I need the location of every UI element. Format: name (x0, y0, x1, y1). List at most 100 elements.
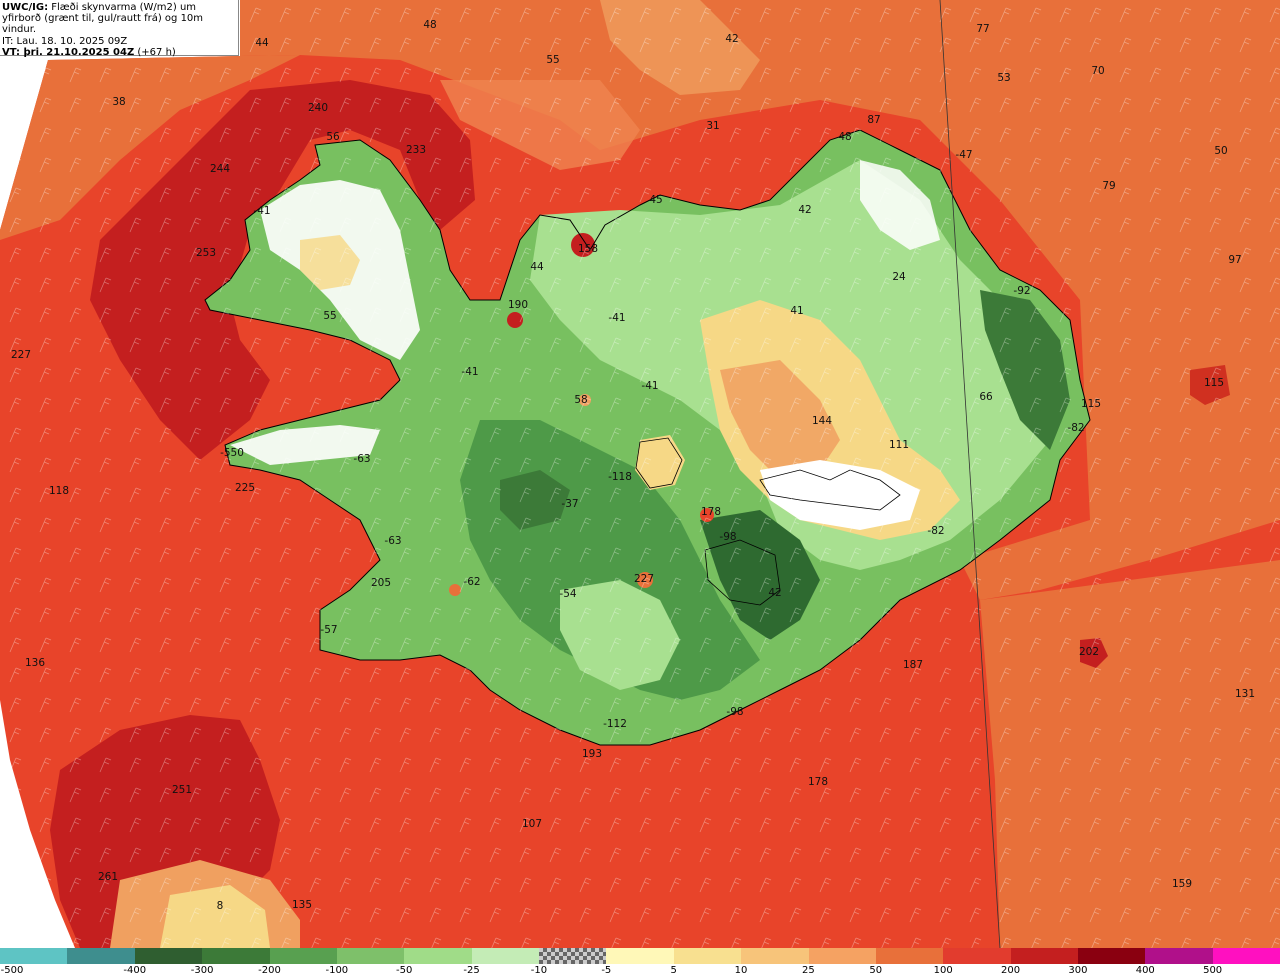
legend-label: 25 (802, 965, 815, 976)
value-label: 115 (1204, 377, 1224, 389)
title-line2: yfirborð (grænt til, gul/rautt frá) og 1… (2, 13, 204, 36)
value-label: -41 (253, 205, 270, 217)
legend-label: -500 (0, 965, 24, 976)
value-label: 202 (1079, 646, 1099, 658)
legend-swatch (404, 948, 472, 964)
value-label: 107 (522, 818, 542, 830)
legend-label: -50 (396, 965, 413, 976)
value-label: -98 (719, 531, 736, 543)
value-label: 42 (725, 33, 738, 45)
value-label: 77 (976, 23, 989, 35)
value-label: 244 (210, 163, 230, 175)
value-label: 144 (812, 415, 832, 427)
value-label: -57 (320, 624, 337, 636)
value-label: 158 (578, 243, 598, 255)
legend-swatch (1145, 948, 1213, 964)
value-label: 251 (172, 784, 192, 796)
value-label: 225 (235, 482, 255, 494)
value-label: -98 (726, 706, 743, 718)
value-label: 240 (308, 102, 328, 114)
legend-swatch (808, 948, 876, 964)
legend-label: -5 (601, 965, 612, 976)
value-label: -112 (603, 718, 627, 730)
legend-label: -400 (123, 965, 147, 976)
value-label: 131 (1235, 688, 1255, 700)
value-label: 48 (838, 131, 851, 143)
value-label: 31 (706, 120, 719, 132)
value-label: -62 (463, 576, 480, 588)
legend-swatch (875, 948, 944, 964)
value-label: -63 (384, 535, 401, 547)
value-label: 178 (808, 776, 828, 788)
legend-label: 5 (670, 965, 677, 976)
value-label: -118 (608, 471, 632, 483)
value-label: 45 (649, 194, 662, 206)
legend-label: 10 (734, 965, 748, 976)
legend-label: -200 (258, 965, 281, 976)
value-label: 135 (292, 899, 312, 911)
value-label: 70 (1091, 65, 1104, 77)
value-label: 87 (867, 114, 880, 126)
value-label: -550 (220, 447, 244, 459)
legend-label: 50 (869, 965, 883, 976)
value-label: -82 (927, 525, 944, 537)
legend-swatch (943, 948, 1011, 964)
legend-swatch (471, 948, 539, 964)
value-label: 261 (98, 871, 118, 883)
value-label: -41 (608, 312, 625, 324)
value-label: -82 (1067, 422, 1084, 434)
title-line1: Flæði skynvarma (W/m2) um (51, 2, 197, 13)
value-label: 44 (255, 37, 269, 49)
value-label: 136 (25, 657, 45, 669)
legend-label: 100 (933, 965, 953, 976)
color-legend: -500 -400 -300 -200 -100 -50 -25 -10 -5 5 10 25 50 10… (0, 948, 1280, 978)
legend-swatch (1212, 948, 1280, 964)
value-label: 48 (423, 19, 436, 31)
value-label: 233 (406, 144, 426, 156)
legend-label: -25 (463, 965, 480, 976)
legend-swatch (539, 948, 607, 964)
value-label: 227 (11, 349, 31, 361)
legend-swatch (202, 948, 270, 964)
value-label: 42 (768, 587, 781, 599)
value-label: 56 (326, 131, 340, 143)
model-label: UWC/IG: (2, 2, 49, 13)
value-label: 41 (790, 305, 803, 317)
legend-label: -300 (190, 965, 214, 976)
legend-swatch (0, 948, 68, 964)
legend-swatch (606, 948, 674, 964)
value-label: 38 (112, 96, 125, 108)
heat-flux-map: 48 44 42 77 55 53 70 38 240 31 87 48 56 233 -47 50 244 79… (0, 0, 1280, 948)
forecast-hour: (+67 h) (137, 46, 176, 58)
value-label: 55 (546, 54, 559, 66)
legend-bar (0, 948, 1280, 964)
value-label: 50 (1214, 145, 1227, 157)
legend-label: 300 (1068, 965, 1088, 976)
value-label: 97 (1228, 254, 1241, 266)
value-label: 42 (798, 204, 811, 216)
value-label: 187 (903, 659, 923, 671)
legend-swatch (1078, 948, 1146, 964)
value-label: 44 (530, 261, 544, 273)
wind-barbs (0, 0, 1280, 948)
value-label: 111 (889, 439, 909, 451)
value-label: 79 (1102, 180, 1115, 192)
value-label: -63 (353, 453, 370, 465)
legend-swatch (336, 948, 405, 964)
value-label: 55 (323, 310, 336, 322)
legend-label: -10 (530, 965, 548, 976)
legend-label: -100 (325, 965, 349, 976)
value-label: -41 (641, 380, 658, 392)
legend-label: 500 (1203, 965, 1223, 976)
value-label: 227 (634, 573, 654, 585)
legend-swatch (269, 948, 337, 964)
value-label: 159 (1172, 878, 1192, 890)
value-label: -54 (559, 588, 576, 600)
value-label: 253 (196, 247, 216, 259)
legend-label: 200 (1000, 965, 1021, 976)
valid-time: VT: þri. 21.10.2025 04Z (2, 46, 135, 58)
value-label: 205 (371, 577, 391, 589)
value-label: -37 (561, 498, 578, 510)
value-label: 58 (574, 394, 587, 406)
legend-swatch (134, 948, 203, 964)
